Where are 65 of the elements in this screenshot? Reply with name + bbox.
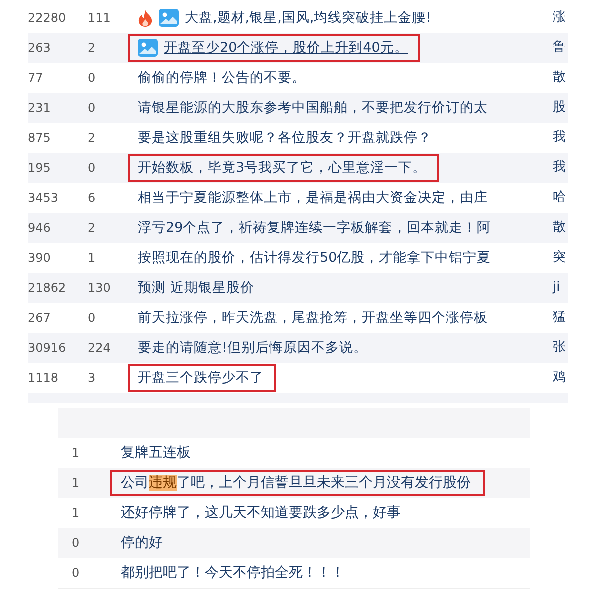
count-text: 2	[88, 220, 97, 237]
count-text: 390	[28, 250, 52, 267]
count-text: 130	[88, 280, 112, 297]
count-text: 1118	[28, 370, 60, 387]
count-text: 2	[88, 130, 97, 147]
count-text: 1	[71, 445, 81, 462]
topic-title[interactable]: 开盘至少20个涨停，股价上升到40元。	[164, 38, 408, 58]
count-text: 224	[88, 340, 112, 357]
author-name[interactable]: 股	[553, 98, 566, 118]
count-text: 0	[71, 565, 81, 582]
author-name[interactable]: 突	[553, 248, 566, 268]
image-icon	[159, 9, 179, 27]
topic-title[interactable]: 偷偷的停牌！公告的不要。	[138, 68, 306, 88]
reply-text: 都别把吧了！今天不停拍全死！！！	[121, 564, 345, 582]
topic-title[interactable]: 要走的请随意!但别后悔原因不多说。	[138, 338, 368, 358]
count-text: 267	[28, 310, 52, 327]
count-text: 1	[88, 250, 97, 267]
image-icon	[138, 39, 158, 57]
author-name[interactable]: 鲁	[553, 38, 566, 58]
count-text: 77	[28, 70, 44, 87]
topic-title[interactable]: 前天拉涨停，昨天洗盘，尾盘抢筹，开盘坐等四个涨停板	[138, 308, 488, 328]
author-name[interactable]: 涨	[553, 8, 566, 28]
author-name[interactable]: 我	[553, 158, 566, 178]
count-text: 30916	[28, 340, 68, 357]
topic-title[interactable]: 预测 近期银星股价	[138, 278, 254, 298]
author-name[interactable]: 张	[553, 338, 566, 358]
topic-title[interactable]: 开始数板，毕竟3号我买了它，心里意淫一下。	[138, 158, 427, 178]
reply-text: 还好停牌了，这几天不知道要跌多少点，好事	[121, 504, 401, 522]
reply-text: 停的好	[121, 534, 163, 552]
count-text: 0	[88, 160, 97, 177]
topic-title[interactable]: 浮亏29个点了，祈祷复牌连续一字板解套，回本就走！阿	[138, 218, 492, 238]
author-name[interactable]: 猛	[553, 308, 566, 328]
count-text: 195	[28, 160, 52, 177]
author-name[interactable]: 哈	[553, 188, 566, 208]
flame-icon	[138, 10, 153, 26]
count-text: 0	[88, 70, 97, 87]
count-text: 22280	[28, 10, 68, 27]
count-text: 1	[71, 505, 81, 522]
count-text: 3453	[28, 190, 60, 207]
count-text: 263	[28, 40, 52, 57]
count-text: 6	[88, 190, 97, 207]
author-name[interactable]: 散	[553, 68, 566, 88]
count-text: 0	[88, 310, 97, 327]
author-name[interactable]: ji	[553, 278, 560, 298]
topic-title[interactable]: 按照现在的股价，估计得发行50亿股，才能拿下中铝宁夏	[138, 248, 492, 268]
topic-title[interactable]: 请银星能源的大股东参考中国船舶，不要把发行价订的太	[138, 98, 488, 118]
count-text: 946	[28, 220, 52, 237]
author-name[interactable]: 我	[553, 128, 566, 148]
author-name[interactable]: 鸡	[553, 368, 566, 388]
count-text: 1	[71, 475, 81, 492]
reply-text: 复牌五连板	[121, 444, 191, 462]
count-text: 875	[28, 130, 52, 147]
count-text: 0	[71, 535, 81, 552]
topic-title[interactable]: 相当于宁夏能源整体上市，是福是祸由大资金决定，由庄	[138, 188, 488, 208]
topic-title[interactable]: 大盘,题材,银星,国风,均线突破挂上金腰!	[185, 8, 432, 28]
count-text: 21862	[28, 280, 68, 297]
count-text: 3	[88, 370, 97, 387]
reply-text: 公司违规了吧，上个月信誓旦旦未来三个月没有发行股份	[121, 474, 471, 492]
count-text: 111	[88, 10, 112, 27]
topic-title[interactable]: 开盘三个跌停少不了	[138, 368, 264, 388]
author-name[interactable]: 散	[553, 218, 566, 238]
count-text: 2	[88, 40, 97, 57]
topic-title[interactable]: 要是这股重组失败呢？各位股友？开盘就跌停？	[138, 128, 432, 148]
count-text: 231	[28, 100, 52, 117]
count-text: 0	[88, 100, 97, 117]
